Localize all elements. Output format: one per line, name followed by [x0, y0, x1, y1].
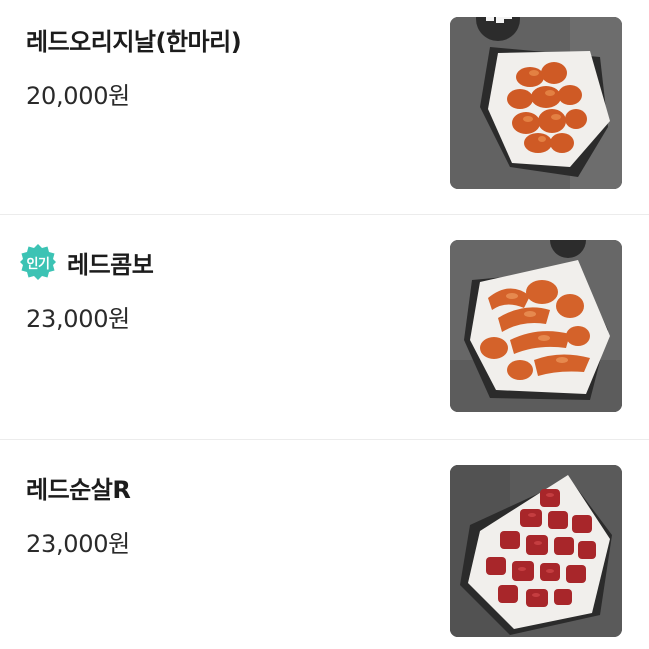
- item-name-row: 레드순살R: [26, 470, 131, 504]
- item-photo[interactable]: [450, 465, 622, 637]
- item-name: 레드순살R: [26, 475, 131, 504]
- menu-item-red-boneless[interactable]: 레드순살R 23,000원: [0, 440, 649, 649]
- badge-label: 인기: [26, 256, 50, 272]
- item-name: 레드오리지날(한마리): [26, 27, 242, 56]
- item-name-row: 인기 레드콤보: [20, 244, 154, 280]
- item-price: 23,000원: [26, 530, 130, 558]
- menu-item-red-original[interactable]: 레드오리지날(한마리) 20,000원: [0, 0, 649, 216]
- item-price: 20,000원: [26, 82, 130, 110]
- item-name-row: 레드오리지날(한마리): [26, 22, 242, 56]
- item-photo[interactable]: [450, 240, 622, 412]
- menu-list: 레드오리지날(한마리) 20,000원 인기 레드콤보 23,000원 레드순살…: [0, 0, 649, 649]
- item-price: 23,000원: [26, 305, 130, 333]
- item-name: 레드콤보: [67, 250, 154, 279]
- menu-item-red-combo[interactable]: 인기 레드콤보 23,000원: [0, 215, 649, 439]
- popular-badge: 인기: [19, 243, 57, 281]
- item-photo[interactable]: [450, 17, 622, 189]
